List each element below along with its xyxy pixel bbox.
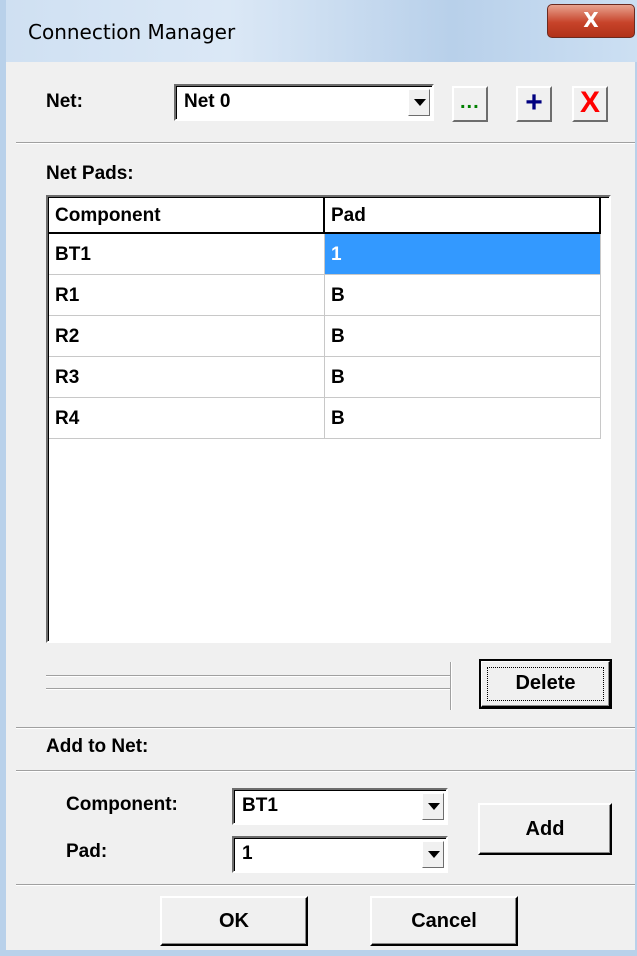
cell-text: R1 (55, 285, 80, 306)
pad-label: Pad: (66, 841, 108, 862)
table-cell-component[interactable]: R4 (49, 398, 325, 439)
connection-manager-window: Connection Manager X Net: Net 0 ... + X … (0, 0, 637, 956)
cell-text: R4 (55, 408, 80, 429)
splitter-line (46, 688, 450, 690)
add-button[interactable]: Add (478, 803, 612, 855)
separator (16, 770, 635, 772)
window-title: Connection Manager (28, 20, 236, 44)
table-cell-component[interactable]: R2 (49, 316, 325, 357)
splitter-line (46, 675, 450, 677)
plus-icon: + (525, 86, 543, 119)
separator (16, 727, 635, 729)
close-icon: X (583, 8, 599, 32)
component-label: Component: (66, 794, 178, 815)
cell-text: B (331, 285, 345, 306)
add-button-label: Add (525, 818, 565, 840)
add-net-button[interactable]: + (516, 86, 552, 122)
table-cell-pad[interactable]: B (325, 357, 601, 398)
component-select-value: BT1 (242, 795, 278, 816)
table-cell-pad[interactable]: B (325, 316, 601, 357)
delete-net-button[interactable]: X (572, 86, 608, 122)
separator (16, 142, 635, 144)
close-button[interactable]: X (547, 4, 635, 38)
table-cell-pad[interactable]: B (325, 275, 601, 316)
cancel-button[interactable]: Cancel (370, 896, 518, 946)
separator (16, 884, 635, 886)
table-cell-component[interactable]: BT1 (49, 234, 325, 275)
net-pads-grid[interactable]: Component Pad BT1 1 R1 B R2 B R3 B R4 B (46, 195, 611, 643)
table-cell-pad[interactable]: B (325, 398, 601, 439)
add-to-net-label: Add to Net: (46, 736, 149, 757)
chevron-down-icon[interactable] (422, 793, 444, 820)
dialog-body: Net: Net 0 ... + X Net Pads: Component P… (16, 62, 635, 950)
ellipsis-icon: ... (460, 91, 480, 113)
chevron-down-icon[interactable] (408, 89, 430, 116)
column-header-label: Component (55, 205, 161, 226)
component-select[interactable]: BT1 (232, 788, 448, 825)
pad-select-value: 1 (242, 843, 253, 864)
ok-button-label: OK (219, 910, 249, 932)
browse-net-button[interactable]: ... (452, 86, 488, 122)
column-header-component[interactable]: Component (49, 198, 325, 234)
chevron-down-icon[interactable] (422, 841, 444, 868)
delete-x-icon: X (579, 86, 600, 119)
table-cell-component[interactable]: R1 (49, 275, 325, 316)
table-cell-pad-selected[interactable]: 1 (325, 234, 601, 275)
cell-text: B (331, 408, 345, 429)
table-cell-component[interactable]: R3 (49, 357, 325, 398)
title-bar[interactable]: Connection Manager X (6, 0, 637, 62)
focus-ring (487, 667, 604, 701)
net-label: Net: (46, 91, 83, 112)
pad-select[interactable]: 1 (232, 836, 448, 873)
cancel-button-label: Cancel (411, 910, 477, 932)
cell-text: R3 (55, 367, 80, 388)
delete-pad-button[interactable]: Delete (479, 659, 612, 709)
ok-button[interactable]: OK (160, 896, 308, 946)
net-pads-label: Net Pads: (46, 163, 134, 184)
cell-text: BT1 (55, 244, 91, 265)
cell-text: 1 (331, 244, 342, 265)
cell-text: B (331, 367, 345, 388)
cell-text: R2 (55, 326, 80, 347)
net-select[interactable]: Net 0 (174, 84, 434, 121)
column-header-pad[interactable]: Pad (325, 198, 601, 234)
splitter-handle[interactable] (450, 662, 452, 710)
net-select-value: Net 0 (184, 91, 231, 112)
column-header-label: Pad (331, 205, 366, 226)
cell-text: B (331, 326, 345, 347)
